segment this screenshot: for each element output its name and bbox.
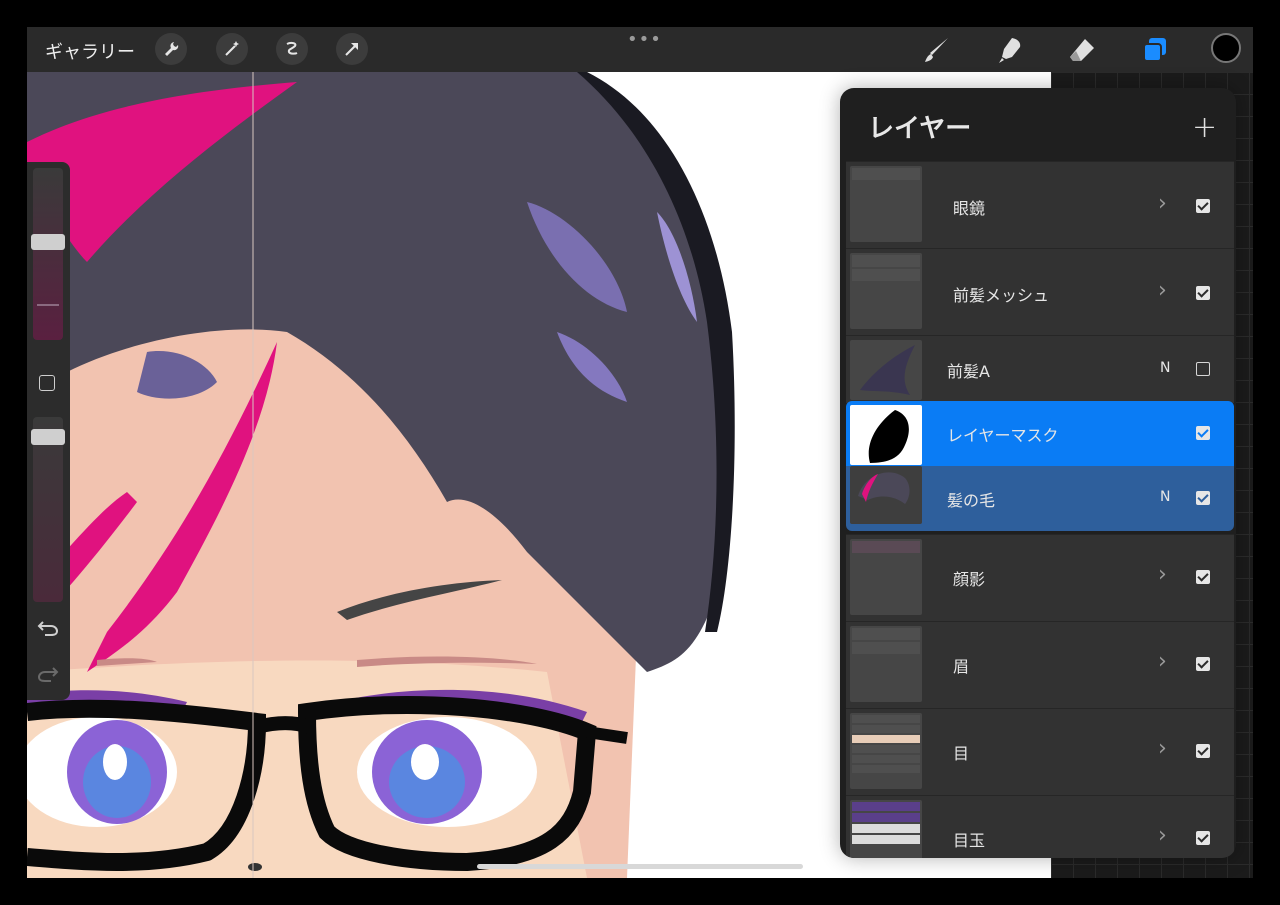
eraser-tool-button[interactable] <box>1067 35 1097 65</box>
undo-icon <box>37 621 59 636</box>
procreate-screen: ギャラリー ••• レイヤー + 眼鏡 › 前髪メッシュ › 前髪A N レイヤ… <box>27 27 1253 878</box>
adjustments-button[interactable] <box>216 33 248 65</box>
layer-group-row[interactable]: 眉 › <box>846 621 1234 708</box>
hair-thumbnail-art <box>858 472 910 504</box>
layers-panel: レイヤー + 眼鏡 › 前髪メッシュ › 前髪A N レイヤーマスク 髪の毛 N… <box>840 88 1236 858</box>
mini-layer-entry <box>852 541 920 553</box>
chevron-right-icon[interactable]: › <box>1158 278 1167 303</box>
layers-icon <box>1143 38 1166 62</box>
magic-wand-icon <box>225 41 239 56</box>
visibility-checkbox[interactable] <box>1196 199 1210 213</box>
mini-layer-entry <box>852 735 920 743</box>
mini-layer-entry <box>852 168 920 180</box>
brush-size-handle[interactable] <box>31 234 65 250</box>
transform-arrow-icon <box>345 43 358 56</box>
more-menu-icon[interactable]: ••• <box>627 29 662 50</box>
layer-group-row[interactable]: 眼鏡 › <box>846 161 1234 248</box>
layer-group-thumbnail <box>850 713 922 789</box>
left-sidebar <box>27 162 70 700</box>
visibility-checkbox[interactable] <box>1196 744 1210 758</box>
visibility-checkbox[interactable] <box>1196 491 1210 505</box>
layer-group-row[interactable]: 顔影 › <box>846 534 1234 621</box>
layer-thumbnail <box>850 340 922 400</box>
mini-layer-entry <box>852 745 920 753</box>
layer-name: 目 <box>953 744 970 763</box>
mini-layer-entry <box>852 813 920 822</box>
layer-name: 前髪メッシュ <box>953 286 1050 305</box>
mini-layer-entry <box>852 824 920 833</box>
undo-button[interactable] <box>37 618 59 642</box>
smudge-icon <box>999 38 1021 63</box>
visibility-checkbox[interactable] <box>1196 570 1210 584</box>
selection-icon <box>286 41 298 55</box>
gallery-button[interactable]: ギャラリー <box>45 38 135 64</box>
layer-name: 前髪A <box>947 362 990 381</box>
chevron-right-icon[interactable]: › <box>1158 649 1167 674</box>
layer-group-thumbnail <box>850 800 922 858</box>
opacity-slider[interactable] <box>31 417 65 602</box>
layer-name: 目玉 <box>953 831 986 850</box>
brush-tool-button[interactable] <box>922 35 952 65</box>
mini-layer-entry <box>852 802 920 811</box>
layer-name: 眉 <box>953 657 970 676</box>
layer-group-thumbnail <box>850 253 922 329</box>
selection-button[interactable] <box>276 33 308 65</box>
mini-layer-entry <box>852 715 920 723</box>
layer-group-thumbnail <box>850 626 922 702</box>
layer-group-thumbnail <box>850 539 922 615</box>
blend-mode-label[interactable]: N <box>1160 360 1170 376</box>
chevron-right-icon[interactable]: › <box>1158 191 1167 216</box>
visibility-checkbox[interactable] <box>1196 362 1210 376</box>
visibility-checkbox[interactable] <box>1196 426 1210 440</box>
layer-name: 髪の毛 <box>947 491 996 510</box>
mini-layer-entry <box>852 642 920 654</box>
hair-thumbnail-art <box>860 345 915 395</box>
layers-tool-button[interactable] <box>1140 35 1170 65</box>
layer-group-row[interactable]: 目玉 › <box>846 795 1234 858</box>
add-layer-button[interactable]: + <box>1192 110 1217 145</box>
chevron-right-icon[interactable]: › <box>1158 736 1167 761</box>
mini-layer-entry <box>852 835 920 844</box>
layer-name: レイヤーマスク <box>947 426 1059 445</box>
blend-mode-label[interactable]: N <box>1160 489 1170 505</box>
mini-layer-entry <box>852 725 920 733</box>
mini-layer-entry <box>852 628 920 640</box>
slider-tick <box>37 304 59 306</box>
visibility-checkbox[interactable] <box>1196 657 1210 671</box>
mini-layer-entry <box>852 755 920 763</box>
modify-button[interactable] <box>39 375 55 391</box>
opacity-handle[interactable] <box>31 429 65 445</box>
layer-group-thumbnail <box>850 166 922 242</box>
home-indicator[interactable] <box>477 864 803 869</box>
chevron-right-icon[interactable]: › <box>1158 823 1167 848</box>
redo-icon <box>37 667 59 682</box>
layer-thumbnail <box>850 466 922 524</box>
actions-wrench-button[interactable] <box>155 33 187 65</box>
color-picker-button[interactable] <box>1211 33 1241 63</box>
brush-icon <box>925 38 948 62</box>
top-toolbar: ギャラリー ••• <box>27 27 1253 72</box>
transform-button[interactable] <box>336 33 368 65</box>
wrench-icon <box>165 42 179 56</box>
mask-thumbnail-art <box>868 410 909 463</box>
mini-layer-entry <box>852 765 920 773</box>
visibility-checkbox[interactable] <box>1196 831 1210 845</box>
layer-row[interactable]: 髪の毛 N <box>846 466 1234 531</box>
chevron-right-icon[interactable]: › <box>1158 562 1167 587</box>
layer-name: 眼鏡 <box>953 199 986 218</box>
layer-group-row[interactable]: 目 › <box>846 708 1234 795</box>
brush-size-slider[interactable] <box>31 168 65 340</box>
mini-layer-entry <box>852 269 920 281</box>
visibility-checkbox[interactable] <box>1196 286 1210 300</box>
smudge-tool-button[interactable] <box>994 35 1024 65</box>
layer-mask-row[interactable]: レイヤーマスク <box>846 401 1234 466</box>
eraser-icon <box>1070 39 1094 61</box>
redo-button[interactable] <box>37 664 59 688</box>
mini-layer-entry <box>852 255 920 267</box>
layer-group-row[interactable]: 前髪メッシュ › <box>846 248 1234 335</box>
layer-row[interactable]: 前髪A N <box>846 335 1234 403</box>
layers-panel-title: レイヤー <box>868 114 972 144</box>
layer-mask-thumbnail <box>850 405 922 465</box>
layer-name: 顔影 <box>953 570 986 589</box>
